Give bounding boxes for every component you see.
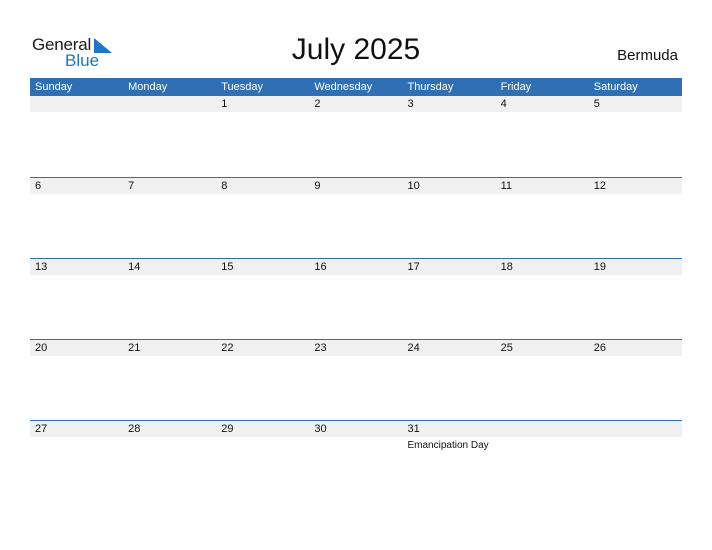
week-row: 13 14 15 16 17 18 19 (30, 258, 682, 339)
weekday-sunday: Sunday (35, 81, 73, 93)
week-row: 6 7 8 9 10 11 12 (30, 177, 682, 258)
day-cell[interactable]: 16 (309, 259, 402, 339)
week-cells: 13 14 15 16 17 18 19 (30, 259, 682, 339)
day-cell[interactable]: 20 (30, 340, 123, 420)
day-cell[interactable]: 14 (123, 259, 216, 339)
weekday-header: Sunday Monday Tuesday Wednesday Thursday… (30, 78, 682, 96)
day-cell[interactable]: 8 (216, 178, 309, 258)
weekday-thursday: Thursday (407, 81, 454, 93)
day-number: 5 (593, 98, 600, 110)
day-cell[interactable]: 17 (403, 259, 496, 339)
day-cell[interactable]: 23 (309, 340, 402, 420)
day-cell[interactable]: 29 (216, 421, 309, 501)
day-cell[interactable]: 13 (30, 259, 123, 339)
day-number: 31 (407, 423, 420, 435)
week-cells: 6 7 8 9 10 11 12 (30, 178, 682, 258)
day-number: 30 (314, 423, 327, 435)
day-number: 8 (221, 180, 228, 192)
day-cell[interactable]: 4 (496, 96, 589, 176)
day-number: 3 (407, 98, 414, 110)
day-cell[interactable]: 25 (496, 340, 589, 420)
day-number: 18 (500, 261, 513, 273)
week-cells: 20 21 22 23 24 25 26 (30, 340, 682, 420)
day-cell[interactable]: 9 (309, 178, 402, 258)
day-cell[interactable]: 28 (123, 421, 216, 501)
day-cell[interactable]: 3 (403, 96, 496, 176)
country-label: Bermuda (617, 47, 678, 64)
calendar-grid: Sunday Monday Tuesday Wednesday Thursday… (30, 78, 682, 501)
day-number: 26 (593, 342, 606, 354)
day-cell[interactable]: 11 (496, 178, 589, 258)
day-cell[interactable] (496, 421, 589, 501)
day-number: 4 (500, 98, 507, 110)
day-number: 20 (35, 342, 48, 354)
day-number: 22 (221, 342, 234, 354)
day-number: 25 (500, 342, 513, 354)
day-number: 21 (128, 342, 141, 354)
day-cell[interactable]: 1 (216, 96, 309, 176)
day-cell[interactable]: 18 (496, 259, 589, 339)
day-cell[interactable]: 22 (216, 340, 309, 420)
week-row: 27 28 29 30 31 Emancipation Day (30, 420, 682, 501)
weekday-saturday: Saturday (593, 81, 638, 93)
day-number: 17 (407, 261, 420, 273)
day-number: 16 (314, 261, 327, 273)
day-cell[interactable] (30, 96, 123, 176)
day-cell[interactable]: 21 (123, 340, 216, 420)
day-number: 28 (128, 423, 141, 435)
week-cells: 27 28 29 30 31 Emancipation Day (30, 421, 682, 501)
week-row: 1 2 3 4 5 (30, 96, 682, 177)
day-number: 12 (593, 180, 606, 192)
day-number: 1 (221, 98, 228, 110)
holiday-label: Emancipation Day (407, 440, 489, 451)
week-cells: 1 2 3 4 5 (30, 96, 682, 176)
day-number: 15 (221, 261, 234, 273)
day-cell[interactable]: 2 (309, 96, 402, 176)
day-cell[interactable]: 10 (403, 178, 496, 258)
day-number: 13 (35, 261, 48, 273)
day-cell[interactable]: 5 (589, 96, 682, 176)
day-number: 19 (593, 261, 606, 273)
day-cell[interactable] (123, 96, 216, 176)
day-cell[interactable]: 12 (589, 178, 682, 258)
day-cell[interactable]: 19 (589, 259, 682, 339)
day-cell[interactable]: 27 (30, 421, 123, 501)
day-number: 23 (314, 342, 327, 354)
day-number: 9 (314, 180, 321, 192)
page-title: July 2025 (291, 33, 421, 66)
day-number: 11 (500, 180, 513, 192)
day-cell[interactable]: 31 Emancipation Day (403, 421, 496, 501)
day-number: 6 (35, 180, 42, 192)
day-cell[interactable]: 26 (589, 340, 682, 420)
weeks-container: 1 2 3 4 5 6 7 8 9 10 11 12 13 14 15 16 17 18 19 20 21 22 23 24 2… (30, 96, 682, 501)
day-number: 27 (35, 423, 48, 435)
weekday-wednesday: Wednesday (314, 81, 373, 93)
weekday-monday: Monday (128, 81, 168, 93)
weekday-tuesday: Tuesday (221, 81, 264, 93)
day-cell[interactable]: 7 (123, 178, 216, 258)
day-number: 7 (128, 180, 135, 192)
day-cell[interactable] (589, 421, 682, 501)
day-number: 24 (407, 342, 420, 354)
day-number: 10 (407, 180, 420, 192)
day-cell[interactable]: 24 (403, 340, 496, 420)
day-number: 2 (314, 98, 321, 110)
day-cell[interactable]: 6 (30, 178, 123, 258)
day-cell[interactable]: 15 (216, 259, 309, 339)
day-number: 29 (221, 423, 234, 435)
day-cell[interactable]: 30 (309, 421, 402, 501)
weekday-friday: Friday (500, 81, 532, 93)
week-row: 20 21 22 23 24 25 26 (30, 339, 682, 420)
day-number: 14 (128, 261, 141, 273)
